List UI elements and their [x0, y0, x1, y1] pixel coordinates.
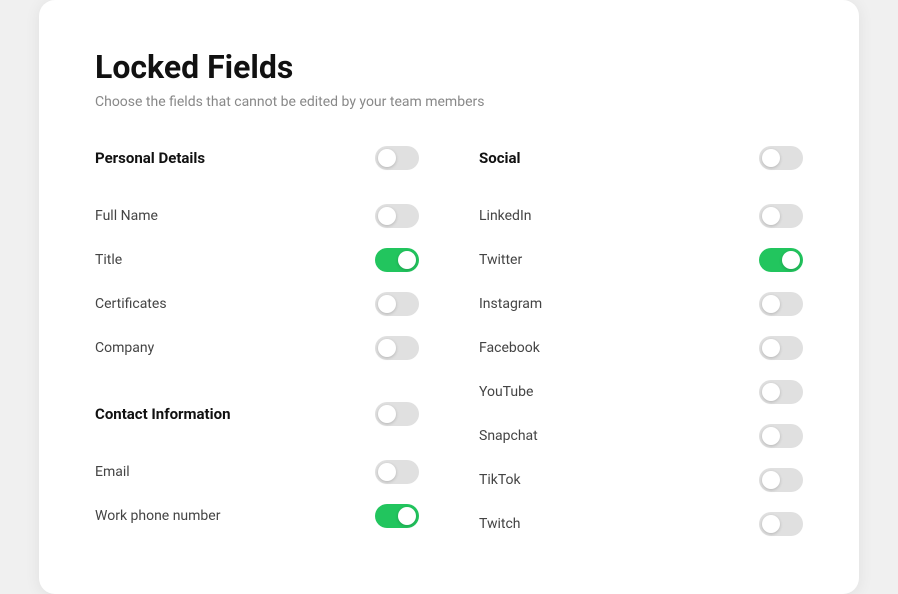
facebook-toggle[interactable] — [759, 336, 803, 360]
contact-info-title: Contact Information — [95, 405, 230, 423]
email-toggle[interactable] — [375, 460, 419, 484]
locked-fields-card: Locked Fields Choose the fields that can… — [39, 0, 859, 594]
certificates-row: Certificates — [95, 282, 419, 326]
social-section-header: Social — [479, 146, 803, 178]
twitter-toggle[interactable] — [759, 248, 803, 272]
instagram-label: Instagram — [479, 296, 542, 312]
linkedin-toggle[interactable] — [759, 204, 803, 228]
contact-info-toggle[interactable] — [375, 402, 419, 426]
youtube-toggle[interactable] — [759, 380, 803, 404]
work-phone-label: Work phone number — [95, 508, 220, 524]
instagram-slider — [759, 292, 803, 316]
left-column: Personal Details Full Name Title — [95, 146, 419, 546]
tiktok-slider — [759, 468, 803, 492]
linkedin-label: LinkedIn — [479, 208, 532, 224]
instagram-row: Instagram — [479, 282, 803, 326]
snapchat-label: Snapchat — [479, 428, 538, 444]
email-row: Email — [95, 450, 419, 494]
contact-info-slider — [375, 402, 419, 426]
social-toggle[interactable] — [759, 146, 803, 170]
linkedin-slider — [759, 204, 803, 228]
twitch-row: Twitch — [479, 502, 803, 546]
twitch-label: Twitch — [479, 516, 521, 532]
facebook-label: Facebook — [479, 340, 540, 356]
full-name-toggle[interactable] — [375, 204, 419, 228]
email-label: Email — [95, 464, 130, 480]
tiktok-label: TikTok — [479, 472, 521, 488]
certificates-slider — [375, 292, 419, 316]
linkedin-row: LinkedIn — [479, 194, 803, 238]
personal-details-slider — [375, 146, 419, 170]
tiktok-row: TikTok — [479, 458, 803, 502]
twitter-label: Twitter — [479, 252, 522, 268]
right-column: Social LinkedIn Twitter — [479, 146, 803, 546]
twitter-row: Twitter — [479, 238, 803, 282]
facebook-slider — [759, 336, 803, 360]
tiktok-toggle[interactable] — [759, 468, 803, 492]
work-phone-toggle[interactable] — [375, 504, 419, 528]
section-spacer — [95, 370, 419, 402]
company-slider — [375, 336, 419, 360]
certificates-toggle[interactable] — [375, 292, 419, 316]
twitch-slider — [759, 512, 803, 536]
title-toggle[interactable] — [375, 248, 419, 272]
contact-info-section-header: Contact Information — [95, 402, 419, 434]
company-label: Company — [95, 340, 154, 356]
page-title: Locked Fields — [95, 48, 803, 86]
company-row: Company — [95, 326, 419, 370]
social-title: Social — [479, 149, 520, 167]
instagram-toggle[interactable] — [759, 292, 803, 316]
work-phone-slider — [375, 504, 419, 528]
twitch-toggle[interactable] — [759, 512, 803, 536]
title-label: Title — [95, 252, 122, 268]
social-slider — [759, 146, 803, 170]
youtube-row: YouTube — [479, 370, 803, 414]
snapchat-row: Snapchat — [479, 414, 803, 458]
youtube-label: YouTube — [479, 384, 533, 400]
personal-details-section-header: Personal Details — [95, 146, 419, 178]
certificates-label: Certificates — [95, 296, 167, 312]
full-name-slider — [375, 204, 419, 228]
full-name-row: Full Name — [95, 194, 419, 238]
snapchat-toggle[interactable] — [759, 424, 803, 448]
facebook-row: Facebook — [479, 326, 803, 370]
work-phone-row: Work phone number — [95, 494, 419, 538]
email-slider — [375, 460, 419, 484]
personal-details-title: Personal Details — [95, 149, 205, 167]
title-row: Title — [95, 238, 419, 282]
title-slider — [375, 248, 419, 272]
twitter-slider — [759, 248, 803, 272]
youtube-slider — [759, 380, 803, 404]
snapchat-slider — [759, 424, 803, 448]
full-name-label: Full Name — [95, 208, 158, 224]
page-subtitle: Choose the fields that cannot be edited … — [95, 94, 803, 110]
company-toggle[interactable] — [375, 336, 419, 360]
personal-details-toggle[interactable] — [375, 146, 419, 170]
columns-container: Personal Details Full Name Title — [95, 146, 803, 546]
